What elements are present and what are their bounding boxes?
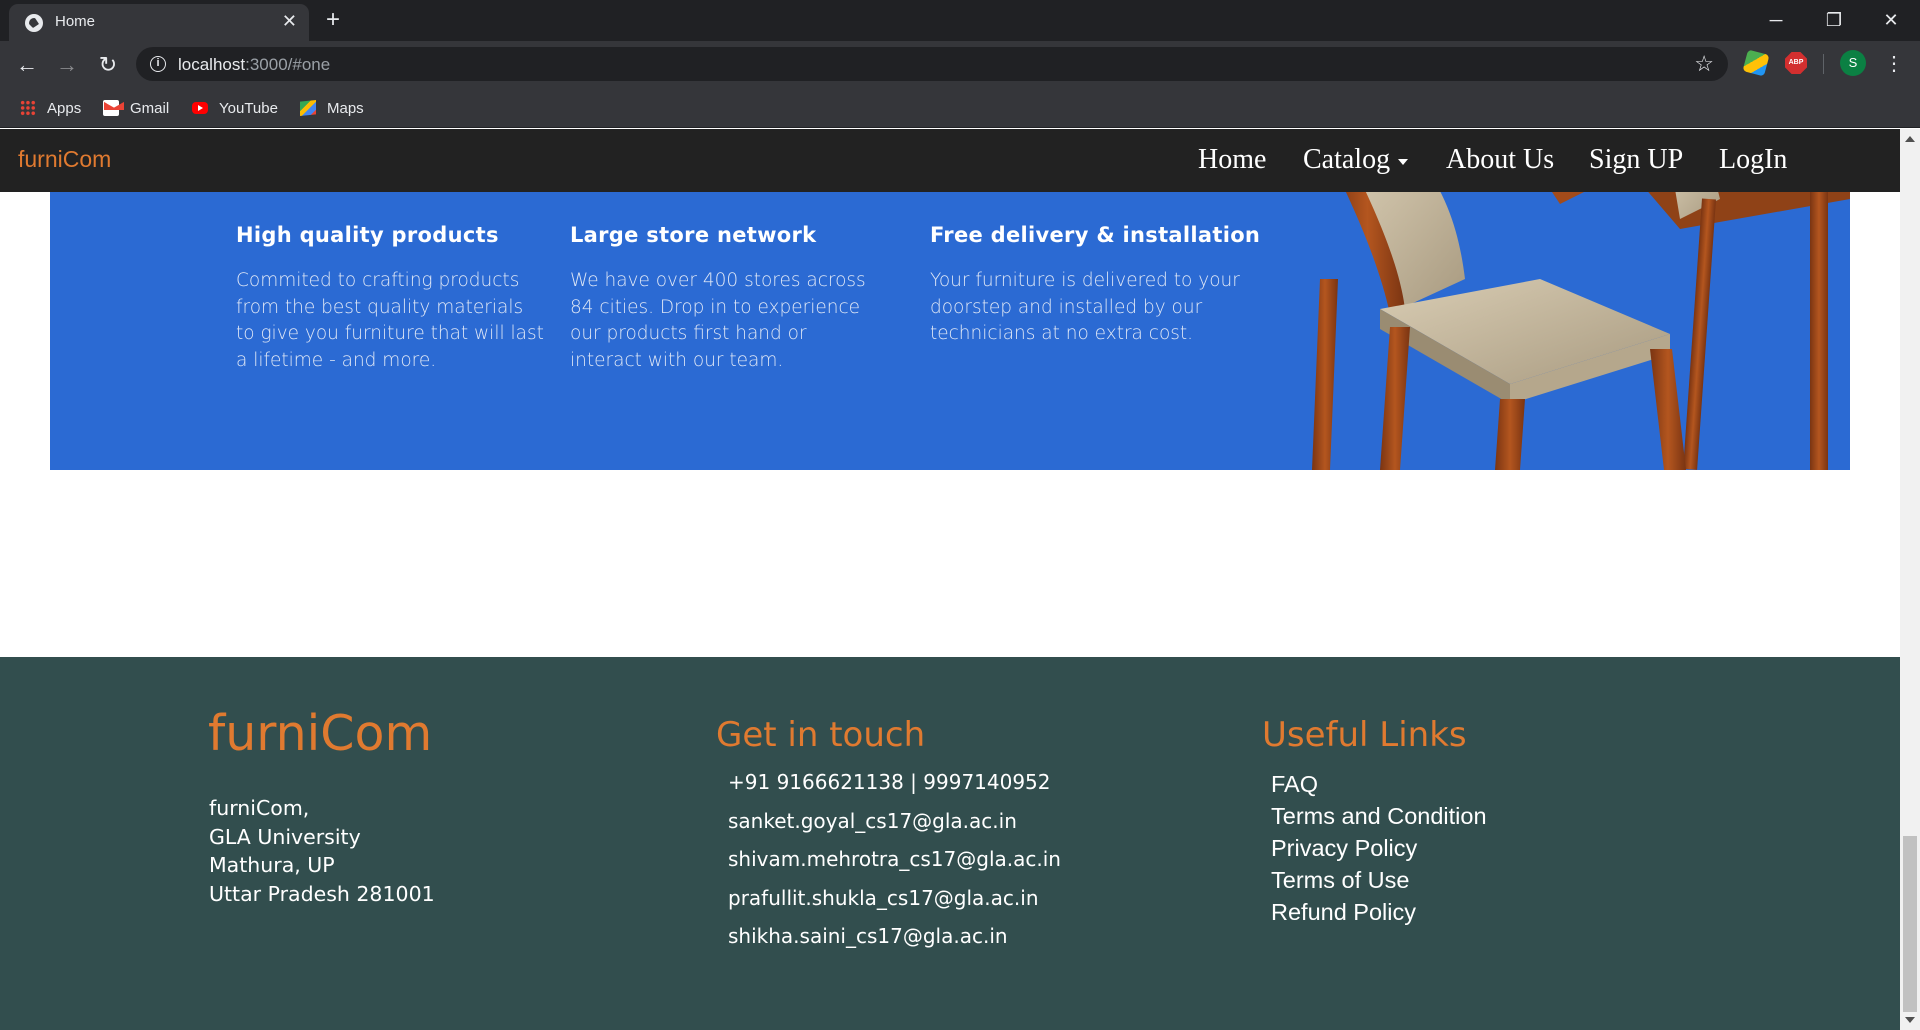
useful-links-list: FAQ Terms and Condition Privacy Policy T… — [1271, 771, 1487, 931]
bookmark-label: Apps — [47, 99, 82, 117]
site-info-icon[interactable]: i — [150, 56, 166, 72]
footer-link-privacy[interactable]: Privacy Policy — [1271, 835, 1487, 867]
extension-icon[interactable] — [1742, 49, 1770, 77]
contact-email[interactable]: shikha.saini_cs17@gla.ac.in — [728, 924, 1061, 963]
globe-icon — [25, 14, 43, 32]
url-host: localhost — [178, 55, 246, 74]
address-bar[interactable]: i localhost:3000/#one ☆ — [136, 47, 1728, 81]
footer-link-terms-condition[interactable]: Terms and Condition — [1271, 803, 1487, 835]
footer-brand: furniCom — [208, 705, 433, 762]
back-arrow-icon[interactable]: ← — [12, 50, 42, 80]
feature-description: Your furniture is delivered to your door… — [930, 270, 1240, 344]
apps-grid-icon — [20, 100, 36, 116]
contact-email[interactable]: prafullit.shukla_cs17@gla.ac.in — [728, 886, 1061, 925]
minimize-button[interactable]: ─ — [1751, 5, 1801, 35]
nav-login[interactable]: LogIn — [1719, 144, 1787, 176]
nav-catalog-label: Catalog — [1303, 144, 1391, 175]
chair-image — [1312, 159, 1850, 470]
dropdown-caret-icon — [1398, 158, 1409, 165]
profile-avatar[interactable]: S — [1840, 50, 1866, 76]
footer-link-faq[interactable]: FAQ — [1271, 771, 1487, 803]
bookmark-gmail[interactable]: Gmail — [103, 96, 169, 120]
feature-description: Commited to crafting products from the b… — [236, 270, 544, 371]
page-viewport: furniCom Home Catalog About Us Sign UP L… — [0, 129, 1900, 1030]
youtube-icon — [192, 102, 208, 114]
bookmark-label: Gmail — [130, 99, 170, 117]
contact-list: +91 9166621138 | 9997140952 sanket.goyal… — [728, 770, 1061, 963]
toolbar-divider — [1823, 54, 1824, 74]
bookmark-label: YouTube — [219, 99, 278, 117]
scroll-up-arrow-icon[interactable] — [1905, 136, 1915, 142]
site-brand[interactable]: furniCom — [18, 146, 111, 173]
feature-title: High quality products — [236, 223, 499, 247]
bookmark-youtube[interactable]: YouTube — [192, 96, 278, 120]
address-line: GLA University — [209, 824, 361, 849]
address-line: Mathura, UP — [209, 853, 335, 878]
contact-email[interactable]: shivam.mehrotra_cs17@gla.ac.in — [728, 847, 1061, 886]
contact-email[interactable]: sanket.goyal_cs17@gla.ac.in — [728, 809, 1061, 848]
tab-title: Home — [55, 13, 96, 30]
restore-button[interactable]: ❐ — [1809, 5, 1859, 35]
footer-link-terms-of-use[interactable]: Terms of Use — [1271, 867, 1487, 899]
address-line: furniCom, — [209, 796, 310, 820]
contact-heading: Get in touch — [716, 715, 926, 755]
address-line: Uttar Pradesh 281001 — [209, 881, 435, 906]
nav-sign-up[interactable]: Sign UP — [1589, 144, 1683, 176]
site-footer: furniCom furniCom, GLA University Mathur… — [0, 657, 1900, 1030]
footer-address: furniCom, GLA University Mathura, UP Utt… — [209, 794, 435, 908]
bookmark-label: Maps — [327, 99, 364, 117]
bookmark-maps[interactable]: Maps — [300, 96, 364, 120]
feature-title: Large store network — [570, 223, 817, 247]
adblock-plus-icon[interactable]: ABP — [1785, 52, 1807, 74]
feature-title: Free delivery & installation — [930, 223, 1261, 247]
feature-description: We have over 400 stores across 84 cities… — [570, 270, 866, 371]
reload-icon[interactable]: ↻ — [93, 50, 123, 80]
new-tab-button[interactable]: + — [326, 7, 340, 33]
bookmark-star-icon[interactable]: ☆ — [1694, 51, 1714, 77]
forward-arrow-icon[interactable]: → — [52, 50, 82, 80]
bookmarks-bar: Apps Gmail YouTube Maps — [0, 88, 1920, 128]
menu-dots-icon[interactable]: ⋮ — [1884, 51, 1904, 76]
gmail-icon — [103, 100, 119, 116]
features-banner: High quality products Commited to crafti… — [50, 159, 1850, 470]
nav-home[interactable]: Home — [1198, 144, 1266, 176]
nav-catalog[interactable]: Catalog — [1303, 144, 1409, 176]
scroll-down-arrow-icon[interactable] — [1905, 1017, 1915, 1023]
bookmark-apps[interactable]: Apps — [20, 96, 81, 120]
useful-links-heading: Useful Links — [1262, 715, 1467, 755]
scroll-thumb[interactable] — [1903, 836, 1917, 1012]
maps-icon — [300, 100, 316, 116]
page-scrollbar[interactable] — [1900, 129, 1920, 1030]
nav-about-us[interactable]: About Us — [1446, 144, 1554, 176]
close-tab-icon[interactable]: ✕ — [282, 11, 297, 31]
url-path: :3000/#one — [245, 55, 331, 74]
browser-tab[interactable]: Home ✕ — [9, 4, 309, 41]
site-navbar: furniCom Home Catalog About Us Sign UP L… — [0, 129, 1900, 192]
browser-tab-strip: Home ✕ + ─ ❐ ✕ — [0, 0, 1920, 41]
contact-phone: +91 9166621138 | 9997140952 — [728, 770, 1051, 794]
browser-toolbar: ← → ↻ i localhost:3000/#one ☆ ABP S ⋮ — [0, 41, 1920, 88]
footer-link-refund[interactable]: Refund Policy — [1271, 899, 1487, 931]
url-text[interactable]: localhost:3000/#one — [178, 55, 330, 75]
close-window-button[interactable]: ✕ — [1866, 5, 1916, 35]
